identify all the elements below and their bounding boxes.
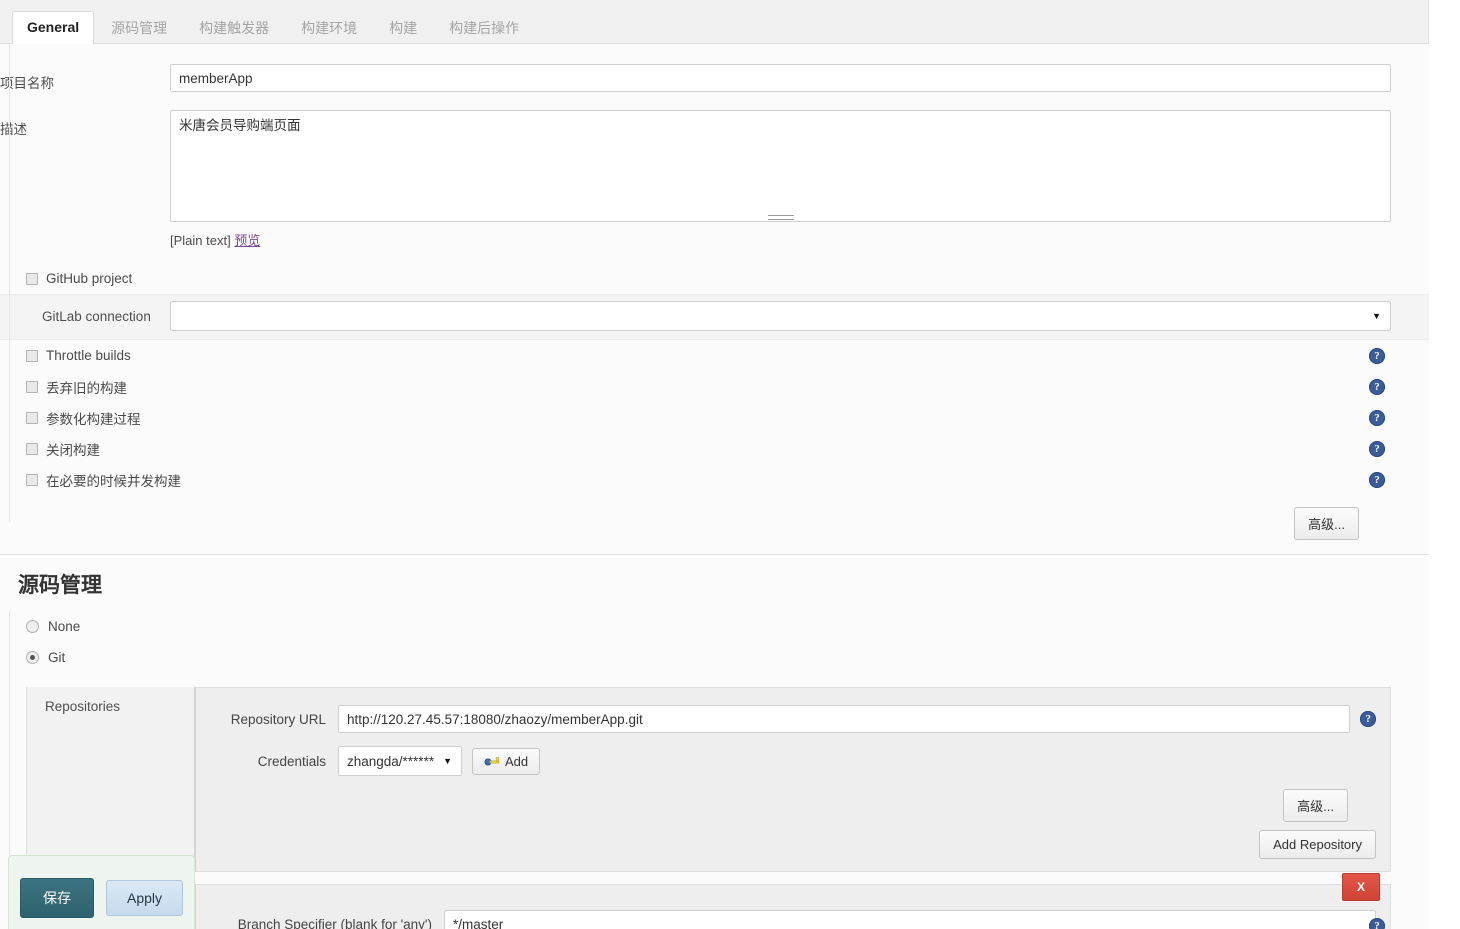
description-row: 描述 米唐会员导购端页面 [Plain text] 预览 xyxy=(0,100,1429,249)
branch-specifier-input[interactable] xyxy=(444,910,1376,929)
github-project-label: GitHub project xyxy=(46,271,132,286)
discard-old-builds-label: 丢弃旧的构建 xyxy=(46,377,127,397)
help-icon-discard-old-builds[interactable]: ? xyxy=(1369,379,1385,395)
github-project-checkbox[interactable] xyxy=(26,273,38,285)
tab-post-build-actions[interactable]: 构建后操作 xyxy=(434,12,534,45)
branch-specifier-label: Branch Specifier (blank for 'any') xyxy=(196,917,444,929)
description-textarea[interactable]: 米唐会员导购端页面 xyxy=(170,110,1391,222)
general-options-list: Throttle builds ? 丢弃旧的构建 ? 参数化构建过程 ? 关闭构… xyxy=(0,340,1429,495)
repository-entry-panel: Repository URL ? Credentials xyxy=(194,687,1391,872)
tab-general[interactable]: General xyxy=(12,11,94,45)
apply-button[interactable]: Apply xyxy=(106,880,183,916)
add-credentials-label: Add xyxy=(505,754,528,769)
gitlab-connection-label: GitLab connection xyxy=(0,301,170,332)
concurrent-build-label: 在必要的时候并发构建 xyxy=(46,470,181,490)
throttle-builds-label: Throttle builds xyxy=(46,348,131,363)
disable-build-checkbox[interactable] xyxy=(26,443,38,455)
project-name-row: 项目名称 xyxy=(0,44,1429,100)
gitlab-connection-band: GitLab connection ▼ xyxy=(0,294,1429,340)
credentials-label: Credentials xyxy=(196,754,338,769)
repository-advanced-row: 高级... xyxy=(196,779,1390,822)
key-icon xyxy=(484,755,500,767)
repositories-label: Repositories xyxy=(27,687,194,872)
general-advanced-row: 高级... xyxy=(0,495,1429,554)
project-name-label: 项目名称 xyxy=(0,64,170,100)
scm-section-title: 源码管理 xyxy=(0,555,1429,611)
help-icon-branch-specifier[interactable]: ? xyxy=(1369,918,1385,929)
parameterized-build-label: 参数化构建过程 xyxy=(46,408,141,428)
help-icon-parameterized-build[interactable]: ? xyxy=(1369,410,1385,426)
description-label: 描述 xyxy=(0,110,170,146)
credentials-row: Credentials zhangda/****** ▼ xyxy=(196,736,1390,779)
disable-build-label: 关闭构建 xyxy=(46,439,100,459)
repository-url-row: Repository URL ? xyxy=(196,702,1390,736)
repository-url-input[interactable] xyxy=(338,705,1350,733)
repository-url-label: Repository URL xyxy=(196,712,338,727)
add-repository-button[interactable]: Add Repository xyxy=(1259,830,1376,859)
scm-option-none-label: None xyxy=(48,619,80,634)
delete-branch-button[interactable]: X xyxy=(1342,873,1380,901)
repository-advanced-button[interactable]: 高级... xyxy=(1283,789,1348,822)
help-icon-throttle-builds[interactable]: ? xyxy=(1369,348,1385,364)
jenkins-job-config-page: General 源码管理 构建触发器 构建环境 构建 构建后操作 项目名称 描述… xyxy=(0,0,1460,929)
config-form: 项目名称 描述 米唐会员导购端页面 [Plain text] 预览 G xyxy=(0,44,1429,929)
tab-build-environment[interactable]: 构建环境 xyxy=(286,12,372,45)
plain-text-label: [Plain text] xyxy=(170,233,231,248)
description-markup-note: [Plain text] 预览 xyxy=(170,225,1391,249)
concurrent-build-row[interactable]: 在必要的时候并发构建 ? xyxy=(0,464,1429,495)
credentials-select[interactable]: zhangda/****** xyxy=(338,746,462,776)
config-tab-bar: General 源码管理 构建触发器 构建环境 构建 构建后操作 xyxy=(0,0,1429,44)
gitlab-connection-row: GitLab connection ▼ xyxy=(0,301,1429,332)
scm-option-git-row[interactable]: Git xyxy=(0,642,1429,673)
parameterized-build-checkbox[interactable] xyxy=(26,412,38,424)
add-credentials-button[interactable]: Add xyxy=(472,748,540,775)
branch-entry-panel: X Branch Specifier (blank for 'any') xyxy=(194,884,1391,929)
preview-link[interactable]: 预览 xyxy=(234,233,260,248)
project-name-input[interactable] xyxy=(170,64,1391,92)
help-icon-concurrent-build[interactable]: ? xyxy=(1369,472,1385,488)
help-icon-disable-build[interactable]: ? xyxy=(1369,441,1385,457)
tab-source-code-management[interactable]: 源码管理 xyxy=(96,12,182,45)
scm-radio-git[interactable] xyxy=(26,651,39,664)
tab-build-triggers[interactable]: 构建触发器 xyxy=(184,12,284,45)
branches-to-build-section: Branches to build X Branch Specifier (bl… xyxy=(26,884,1429,929)
github-project-row[interactable]: GitHub project xyxy=(0,263,1429,294)
repositories-section: Repositories Repository URL ? Credential… xyxy=(26,687,1429,872)
save-button[interactable]: 保存 xyxy=(20,878,94,918)
discard-old-builds-row[interactable]: 丢弃旧的构建 ? xyxy=(0,371,1429,402)
disable-build-row[interactable]: 关闭构建 ? xyxy=(0,433,1429,464)
discard-old-builds-checkbox[interactable] xyxy=(26,381,38,393)
parameterized-build-row[interactable]: 参数化构建过程 ? xyxy=(0,402,1429,433)
tab-build[interactable]: 构建 xyxy=(374,12,432,45)
sticky-save-bar: 保存 Apply xyxy=(8,855,195,929)
scm-option-none-row[interactable]: None xyxy=(0,611,1429,642)
general-advanced-button[interactable]: 高级... xyxy=(1294,507,1359,540)
throttle-builds-checkbox[interactable] xyxy=(26,350,38,362)
scm-radio-none[interactable] xyxy=(26,620,39,633)
help-icon-repository-url[interactable]: ? xyxy=(1360,711,1376,727)
scm-option-git-label: Git xyxy=(48,650,65,665)
throttle-builds-row[interactable]: Throttle builds ? xyxy=(0,340,1429,371)
add-repository-row: Add Repository xyxy=(196,822,1390,861)
concurrent-build-checkbox[interactable] xyxy=(26,474,38,486)
branch-specifier-row: Branch Specifier (blank for 'any') xyxy=(196,907,1390,929)
gitlab-connection-select[interactable] xyxy=(170,301,1391,331)
